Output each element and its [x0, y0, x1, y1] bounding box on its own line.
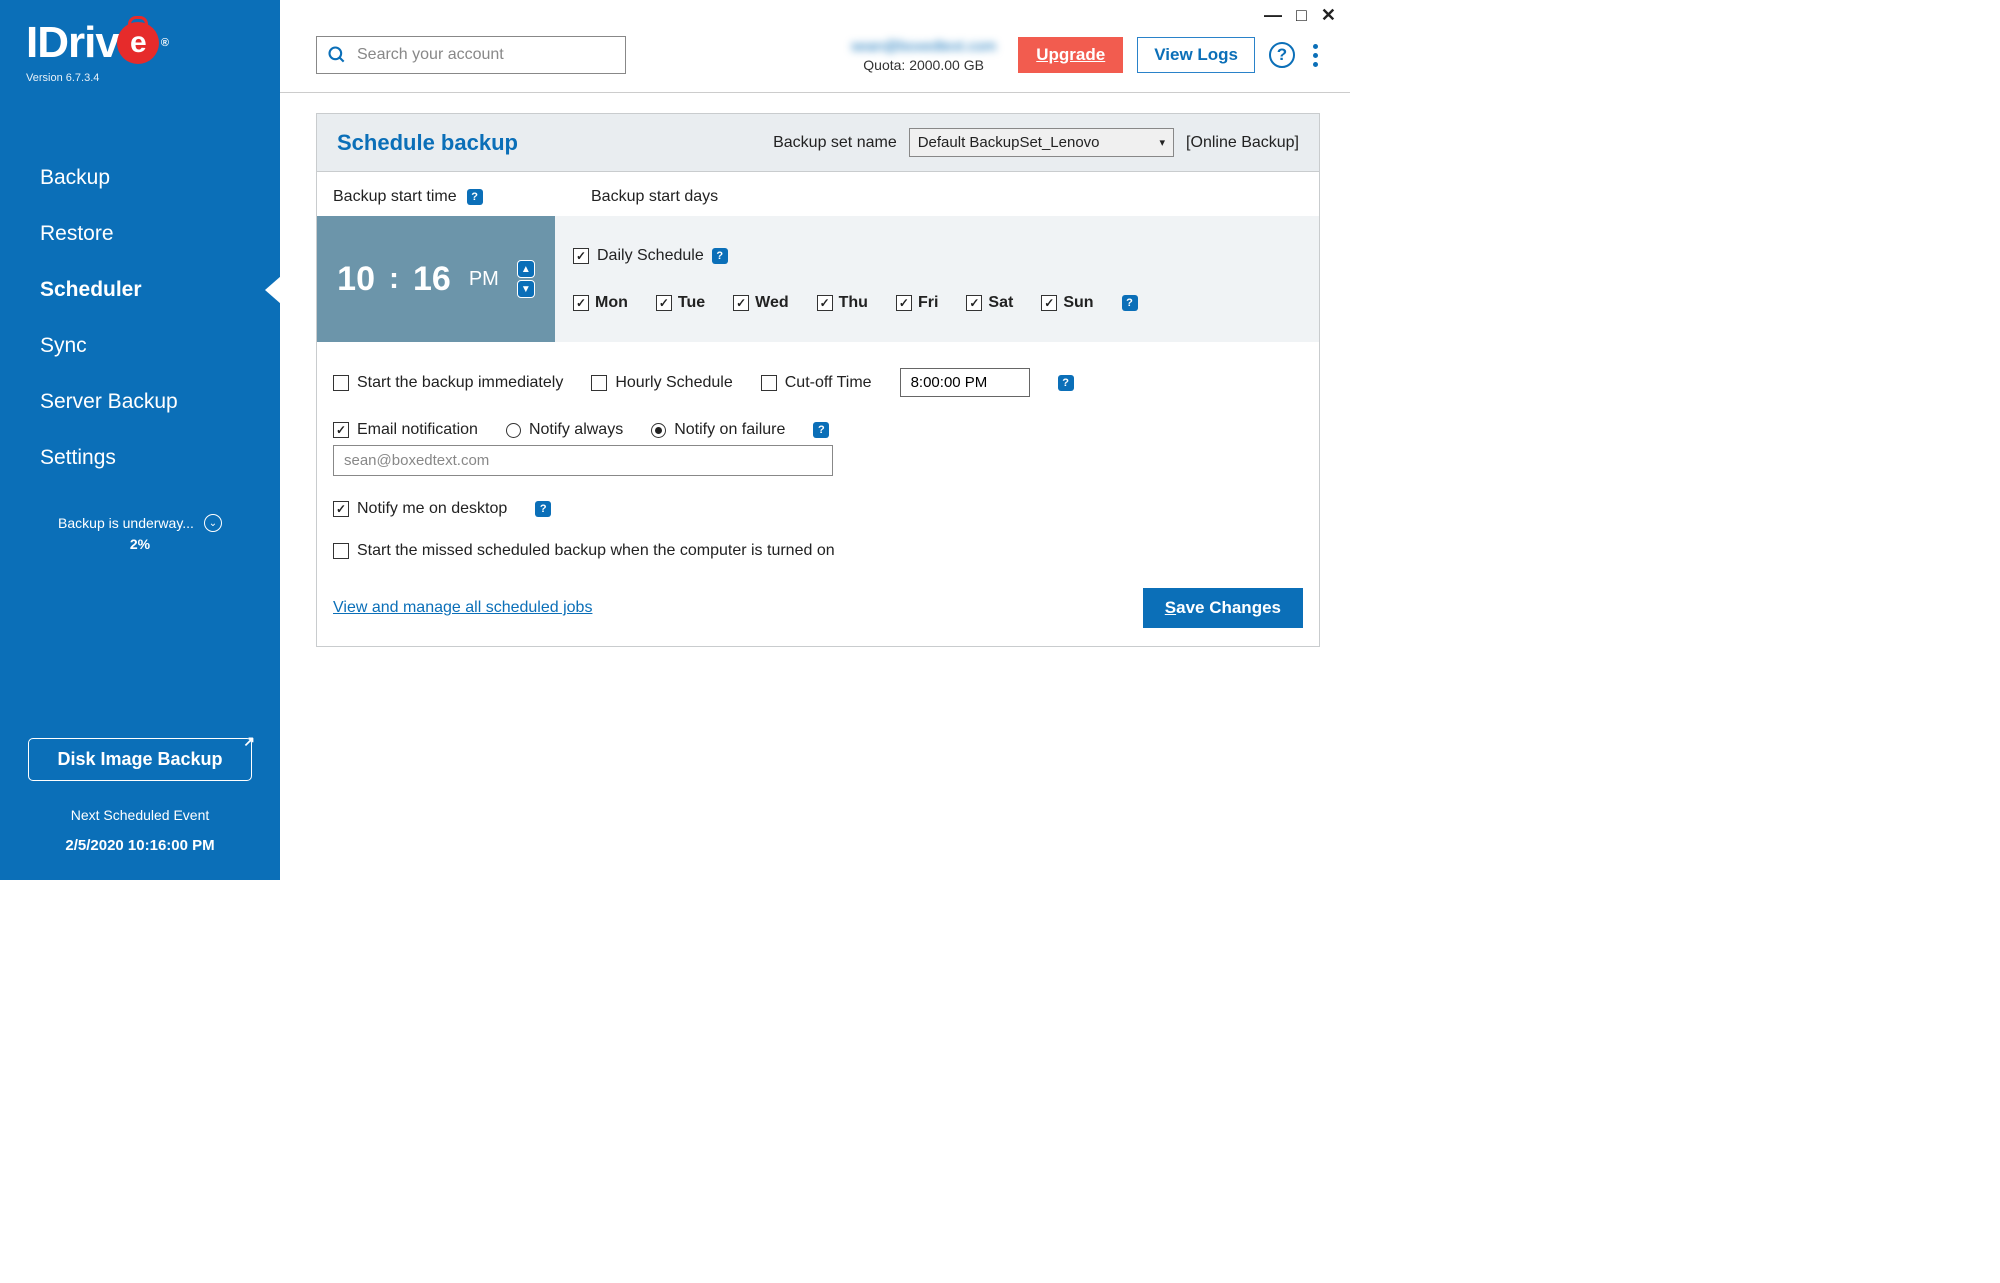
- nav: Backup Restore Scheduler Sync Server Bac…: [0, 150, 280, 486]
- help-icon[interactable]: ?: [813, 422, 829, 438]
- sidebar: IDrive® Version 6.7.3.4 Backup Restore S…: [0, 0, 280, 880]
- logo-text: IDriv: [26, 18, 119, 68]
- cutoff-time-input[interactable]: [900, 368, 1030, 397]
- start-days-label: Backup start days: [591, 188, 718, 206]
- day-sat-checkbox[interactable]: [966, 295, 982, 311]
- minimize-button[interactable]: —: [1264, 6, 1282, 24]
- email-checkbox[interactable]: [333, 422, 349, 438]
- backup-set-label: Backup set name: [773, 134, 897, 152]
- kebab-menu-icon[interactable]: [1309, 40, 1322, 71]
- help-icon[interactable]: ?: [1269, 42, 1295, 68]
- notify-failure-radio[interactable]: [651, 423, 666, 438]
- nav-settings[interactable]: Settings: [0, 430, 280, 486]
- search-box[interactable]: [316, 36, 626, 74]
- days-row: Mon Tue Wed Thu Fri Sat Sun ?: [573, 294, 1301, 312]
- chevron-down-icon[interactable]: ⌄: [204, 514, 222, 532]
- disk-image-backup-button[interactable]: Disk Image Backup ↗: [28, 738, 252, 781]
- immediate-checkbox[interactable]: [333, 375, 349, 391]
- account-email: sean@boxedtext.com: [851, 38, 996, 55]
- account-quota: Quota: 2000.00 GB: [851, 57, 996, 73]
- version-label: Version 6.7.3.4: [26, 72, 254, 84]
- start-time-label: Backup start time: [333, 188, 457, 206]
- logo-registered: ®: [161, 37, 168, 49]
- email-input[interactable]: [333, 445, 833, 476]
- nav-sync[interactable]: Sync: [0, 318, 280, 374]
- main: sean@boxedtext.com Quota: 2000.00 GB Upg…: [280, 0, 1350, 880]
- help-icon[interactable]: ?: [467, 189, 483, 205]
- close-button[interactable]: ✕: [1321, 6, 1336, 24]
- schedule-panel: Backup start time ? Backup start days 10…: [316, 171, 1320, 647]
- day-tue-checkbox[interactable]: [656, 295, 672, 311]
- view-jobs-link[interactable]: View and manage all scheduled jobs: [333, 599, 592, 617]
- notify-always-radio[interactable]: [506, 423, 521, 438]
- backup-set-select[interactable]: Default BackupSet_Lenovo ▾: [909, 128, 1174, 157]
- missed-backup-checkbox[interactable]: [333, 543, 349, 559]
- time-hour: 10: [337, 260, 375, 299]
- spinner-down[interactable]: ▼: [517, 280, 535, 298]
- help-icon[interactable]: ?: [1058, 375, 1074, 391]
- nav-server-backup[interactable]: Server Backup: [0, 374, 280, 430]
- mode-label: [Online Backup]: [1186, 134, 1299, 152]
- desktop-notify-checkbox[interactable]: [333, 501, 349, 517]
- cutoff-checkbox[interactable]: [761, 375, 777, 391]
- spinner-up[interactable]: ▲: [517, 260, 535, 278]
- status-text: Backup is underway...: [58, 515, 194, 531]
- chevron-down-icon: ▾: [1160, 136, 1166, 149]
- help-icon[interactable]: ?: [1122, 295, 1138, 311]
- view-logs-button[interactable]: View Logs: [1137, 37, 1255, 73]
- nav-restore[interactable]: Restore: [0, 206, 280, 262]
- logo-e-icon: e: [117, 22, 159, 64]
- topbar: sean@boxedtext.com Quota: 2000.00 GB Upg…: [280, 0, 1350, 93]
- search-icon: [327, 45, 347, 65]
- maximize-button[interactable]: □: [1296, 6, 1307, 24]
- time-minute: 16: [413, 260, 451, 299]
- nav-scheduler[interactable]: Scheduler: [0, 262, 280, 318]
- panel-header: Schedule backup Backup set name Default …: [316, 113, 1320, 171]
- logo: IDrive® Version 6.7.3.4: [0, 0, 280, 90]
- time-ampm: PM: [469, 268, 499, 291]
- day-wed-checkbox[interactable]: [733, 295, 749, 311]
- day-sun-checkbox[interactable]: [1041, 295, 1057, 311]
- next-event-label: Next Scheduled Event: [28, 807, 252, 823]
- upgrade-button[interactable]: Upgrade: [1018, 37, 1123, 73]
- help-icon[interactable]: ?: [712, 248, 728, 264]
- daily-label: Daily Schedule: [597, 247, 704, 265]
- search-input[interactable]: [357, 46, 615, 64]
- panel-title: Schedule backup: [337, 130, 518, 156]
- hourly-checkbox[interactable]: [591, 375, 607, 391]
- help-icon[interactable]: ?: [535, 501, 551, 517]
- day-thu-checkbox[interactable]: [817, 295, 833, 311]
- day-fri-checkbox[interactable]: [896, 295, 912, 311]
- next-event-time: 2/5/2020 10:16:00 PM: [28, 837, 252, 854]
- window-controls: — □ ✕: [1264, 6, 1336, 24]
- day-mon-checkbox[interactable]: [573, 295, 589, 311]
- nav-backup[interactable]: Backup: [0, 150, 280, 206]
- time-picker[interactable]: 10 : 16 PM ▲ ▼: [317, 216, 555, 342]
- backup-status: Backup is underway... ⌄ 2%: [0, 514, 280, 552]
- daily-checkbox[interactable]: [573, 248, 589, 264]
- external-link-icon: ↗: [243, 733, 255, 750]
- time-spinner: ▲ ▼: [517, 259, 535, 299]
- status-percent: 2%: [20, 536, 260, 552]
- save-changes-button[interactable]: Save Changes: [1143, 588, 1303, 628]
- account-info: sean@boxedtext.com Quota: 2000.00 GB: [851, 38, 996, 73]
